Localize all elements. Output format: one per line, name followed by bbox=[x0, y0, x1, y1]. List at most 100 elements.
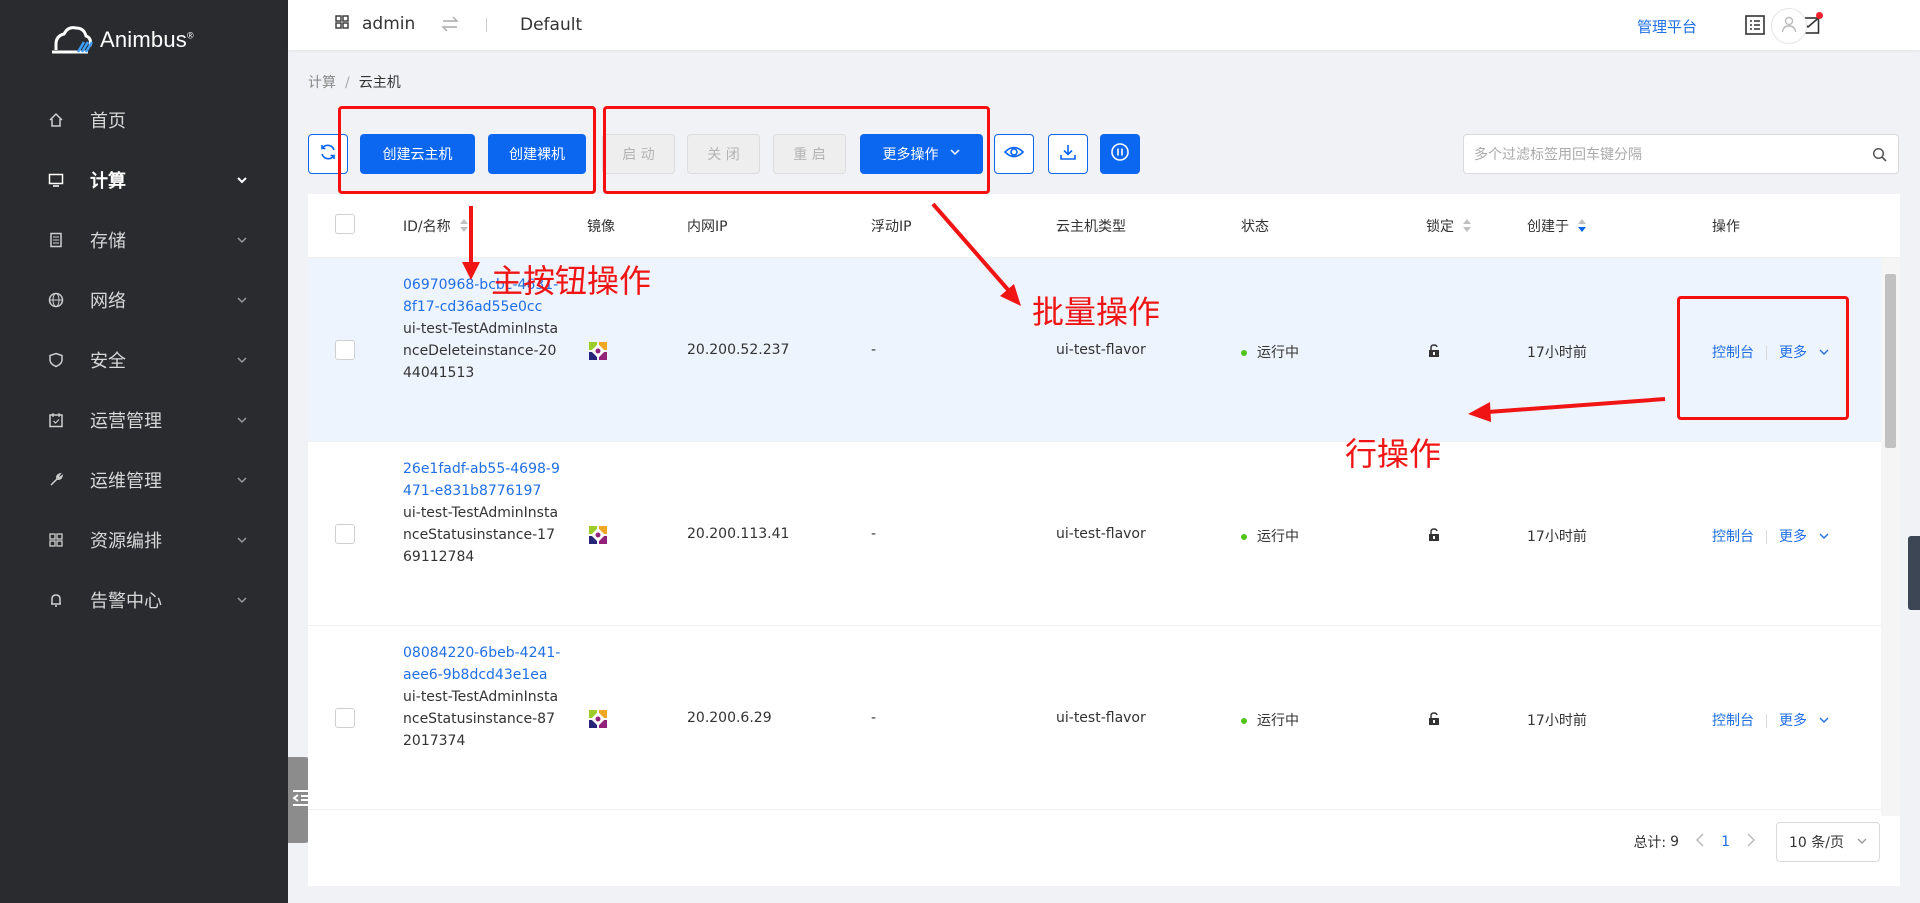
download-button[interactable] bbox=[1048, 134, 1088, 174]
pagination: 总计: 9 1 10 条/页 bbox=[1633, 822, 1900, 862]
instance-name: ui-test-TestAdminInstanceStatusinstance-… bbox=[403, 505, 559, 565]
unlock-icon[interactable] bbox=[1426, 711, 1442, 731]
page-size-select[interactable]: 10 条/页 bbox=[1776, 822, 1880, 862]
column-created[interactable]: 创建于 bbox=[1527, 216, 1587, 236]
chevron-down-icon bbox=[234, 292, 250, 308]
sidebar-item-orchestration[interactable]: 资源编排 bbox=[0, 510, 288, 570]
flavor: ui-test-flavor bbox=[1056, 342, 1146, 358]
wrench-icon bbox=[48, 472, 64, 488]
more-actions-dropdown[interactable]: 更多操作 bbox=[860, 134, 983, 174]
id-name-cell: 26e1fadf-ab55-4698-9471-e831b8776197 ui-… bbox=[403, 458, 563, 568]
row-checkbox[interactable] bbox=[335, 340, 355, 360]
unlock-icon[interactable] bbox=[1426, 527, 1442, 547]
centos-image-icon bbox=[587, 524, 609, 550]
calendar-icon bbox=[48, 412, 64, 428]
chevron-down-icon bbox=[234, 172, 250, 188]
sidebar-item-label: 安全 bbox=[90, 351, 126, 372]
floating-ip: - bbox=[871, 710, 877, 726]
sidebar-item-alarms[interactable]: 告警中心 bbox=[0, 570, 288, 630]
unlock-icon[interactable] bbox=[1426, 343, 1442, 363]
table-row: 08084220-6beb-4241-aee6-9b8dcd43e1ea ui-… bbox=[308, 626, 1881, 810]
fixed-ip: 20.200.113.41 bbox=[687, 526, 790, 542]
column-image: 镜像 bbox=[587, 219, 615, 235]
scrollbar-thumb[interactable] bbox=[1885, 274, 1896, 448]
floating-ip: - bbox=[871, 526, 877, 542]
sidebar-item-network[interactable]: 网络 bbox=[0, 270, 288, 330]
chevron-down-icon bbox=[949, 146, 961, 162]
sidebar: Animbus® 首页 计算 存储 网络 安全 运营管理 运维管理 资源编排 告… bbox=[0, 0, 288, 903]
table-body: 06970968-bcbc-4631-8f17-cd36ad55e0cc ui-… bbox=[308, 258, 1881, 816]
breadcrumb-current: 云主机 bbox=[358, 75, 401, 91]
floating-ip: - bbox=[871, 342, 877, 358]
search-input[interactable] bbox=[1474, 136, 1854, 172]
admin-platform-link[interactable]: 管理平台 bbox=[1637, 16, 1697, 37]
start-button[interactable]: 启 动 bbox=[602, 134, 675, 174]
annotation-batch: 批量操作 bbox=[1032, 293, 1161, 331]
sort-icon[interactable] bbox=[459, 219, 469, 233]
console-link[interactable]: 控制台 bbox=[1712, 713, 1754, 729]
pause-button[interactable] bbox=[1100, 134, 1140, 174]
table-row: 26e1fadf-ab55-4698-9471-e831b8776197 ui-… bbox=[308, 442, 1881, 626]
sidebar-item-storage[interactable]: 存储 bbox=[0, 210, 288, 270]
status-badge: 运行中 bbox=[1241, 526, 1299, 546]
column-locked[interactable]: 锁定 bbox=[1426, 216, 1472, 236]
chevron-down-icon bbox=[1819, 345, 1829, 361]
select-all-checkbox[interactable] bbox=[335, 214, 355, 234]
brand-logo[interactable]: Animbus® bbox=[48, 20, 194, 60]
flavor: ui-test-flavor bbox=[1056, 710, 1146, 726]
grid-icon bbox=[48, 532, 64, 548]
sidebar-item-maintenance[interactable]: 运维管理 bbox=[0, 450, 288, 510]
sidebar-item-home[interactable]: 首页 bbox=[0, 90, 288, 150]
user-icon bbox=[1780, 15, 1798, 37]
column-status: 状态 bbox=[1241, 219, 1269, 235]
sort-icon[interactable] bbox=[1462, 219, 1472, 233]
breadcrumb-parent[interactable]: 计算 bbox=[308, 75, 336, 91]
status-dot bbox=[1241, 718, 1247, 724]
more-dropdown[interactable]: 更多 bbox=[1779, 529, 1829, 545]
list-doc-icon[interactable] bbox=[1743, 13, 1767, 37]
sidebar-item-compute[interactable]: 计算 bbox=[0, 150, 288, 210]
page-number[interactable]: 1 bbox=[1721, 834, 1730, 850]
status-badge: 运行中 bbox=[1241, 342, 1299, 362]
row-checkbox[interactable] bbox=[335, 708, 355, 728]
swap-icon[interactable] bbox=[440, 14, 460, 38]
table-scrollbar[interactable] bbox=[1881, 258, 1900, 816]
search-icon[interactable] bbox=[1872, 147, 1888, 167]
divider bbox=[486, 18, 487, 32]
more-dropdown[interactable]: 更多 bbox=[1779, 345, 1829, 361]
column-id-name[interactable]: ID/名称 bbox=[403, 216, 469, 236]
sort-desc-icon[interactable] bbox=[1577, 219, 1587, 233]
more-dropdown[interactable]: 更多 bbox=[1779, 713, 1829, 729]
sidebar-nav: 首页 计算 存储 网络 安全 运营管理 运维管理 资源编排 告警中心 bbox=[0, 90, 288, 630]
console-link[interactable]: 控制台 bbox=[1712, 345, 1754, 361]
sidebar-item-operations[interactable]: 运营管理 bbox=[0, 390, 288, 450]
row-checkbox[interactable] bbox=[335, 524, 355, 544]
project-switcher[interactable]: admin bbox=[334, 14, 415, 34]
sidebar-item-security[interactable]: 安全 bbox=[0, 330, 288, 390]
console-link[interactable]: 控制台 bbox=[1712, 529, 1754, 545]
user-avatar[interactable] bbox=[1771, 8, 1807, 44]
domain-name[interactable]: Default bbox=[520, 15, 582, 35]
next-page-icon[interactable] bbox=[1746, 833, 1756, 851]
home-icon bbox=[48, 112, 64, 128]
storage-icon bbox=[48, 232, 64, 248]
instance-id-link[interactable]: 08084220-6beb-4241-aee6-9b8dcd43e1ea bbox=[403, 642, 563, 686]
annotation-main-buttons: 主按钮操作 bbox=[491, 262, 652, 300]
stop-button[interactable]: 关 闭 bbox=[687, 134, 760, 174]
sidebar-item-label: 网络 bbox=[90, 291, 126, 312]
instance-name: ui-test-TestAdminInstanceDeleteinstance-… bbox=[403, 321, 559, 381]
column-visibility-button[interactable] bbox=[994, 134, 1034, 174]
column-fixed-ip: 内网IP bbox=[687, 219, 728, 235]
chevron-down-icon bbox=[234, 472, 250, 488]
instance-id-link[interactable]: 26e1fadf-ab55-4698-9471-e831b8776197 bbox=[403, 458, 563, 502]
pause-icon bbox=[1110, 142, 1130, 166]
refresh-button[interactable] bbox=[308, 134, 348, 174]
chevron-down-icon bbox=[234, 592, 250, 608]
status-dot bbox=[1241, 534, 1247, 540]
side-widget-tab[interactable] bbox=[1908, 536, 1920, 610]
notification-dot bbox=[1816, 12, 1823, 19]
create-vm-button[interactable]: 创建云主机 bbox=[360, 134, 475, 174]
prev-page-icon[interactable] bbox=[1695, 833, 1705, 851]
create-baremetal-button[interactable]: 创建裸机 bbox=[488, 134, 586, 174]
reboot-button[interactable]: 重 启 bbox=[773, 134, 846, 174]
